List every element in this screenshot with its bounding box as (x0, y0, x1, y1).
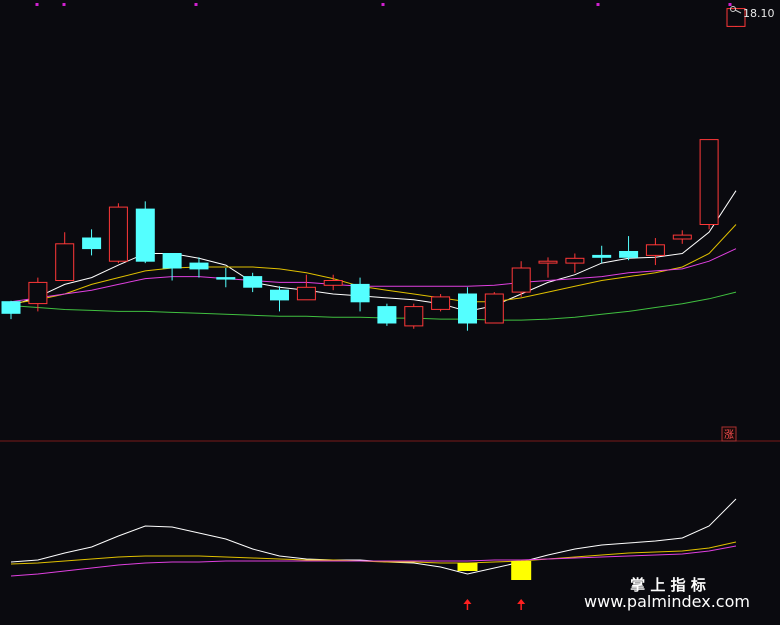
top-dot-4 (381, 3, 385, 6)
candle-6 (135, 201, 155, 264)
signal-bar-2 (511, 561, 532, 580)
candle-body-21 (538, 260, 558, 264)
candle-body-10 (243, 276, 263, 288)
candle-body-27 (699, 139, 719, 226)
candle-body-1 (1, 301, 21, 314)
candle-body-16 (404, 306, 424, 327)
candle-body-24 (619, 251, 639, 258)
top-dot-5 (596, 3, 600, 6)
candle-body-15 (377, 306, 397, 324)
candle-17 (431, 294, 451, 312)
stock-chart: 18.10 涨 掌 上 指 标 www.palmindex.com (0, 0, 780, 625)
candle-body-18 (458, 293, 477, 324)
candle-body-5 (108, 206, 128, 262)
candle-body-7 (162, 253, 182, 269)
limit-up-badge-text: 涨 (724, 429, 734, 441)
watermark-url: www.palmindex.com (584, 592, 750, 611)
candle-27 (699, 139, 719, 230)
price-label-text: 18.10 (743, 7, 775, 20)
candle-body-9 (216, 277, 236, 280)
top-dot-6 (728, 3, 732, 6)
candle-body-26 (672, 234, 692, 240)
candle-body-17 (431, 296, 451, 310)
candle-5 (108, 203, 128, 264)
candle-body-3 (55, 243, 75, 282)
top-dot-1 (35, 3, 39, 6)
candle-body-2 (28, 281, 48, 305)
limit-up-badge[interactable]: 涨 (721, 426, 737, 442)
candle-body-14 (350, 283, 370, 303)
candle-body-8 (189, 262, 209, 270)
candle-body-4 (82, 237, 102, 250)
candle-body-6 (135, 208, 155, 262)
signal-bar-1 (457, 563, 478, 571)
candle-body-20 (511, 267, 531, 293)
candle-15 (377, 303, 397, 326)
candle-body-11 (270, 289, 289, 301)
top-dot-2 (62, 3, 66, 6)
candle-body-25 (645, 244, 665, 256)
candle-body-19 (484, 293, 504, 324)
candle-body-22 (565, 257, 585, 264)
candle-body-12 (296, 286, 316, 301)
candle-body-23 (592, 254, 612, 258)
candle-body-13 (323, 280, 343, 286)
candle-16 (404, 303, 424, 329)
candle-19 (484, 292, 504, 324)
top-dot-3 (194, 3, 198, 6)
